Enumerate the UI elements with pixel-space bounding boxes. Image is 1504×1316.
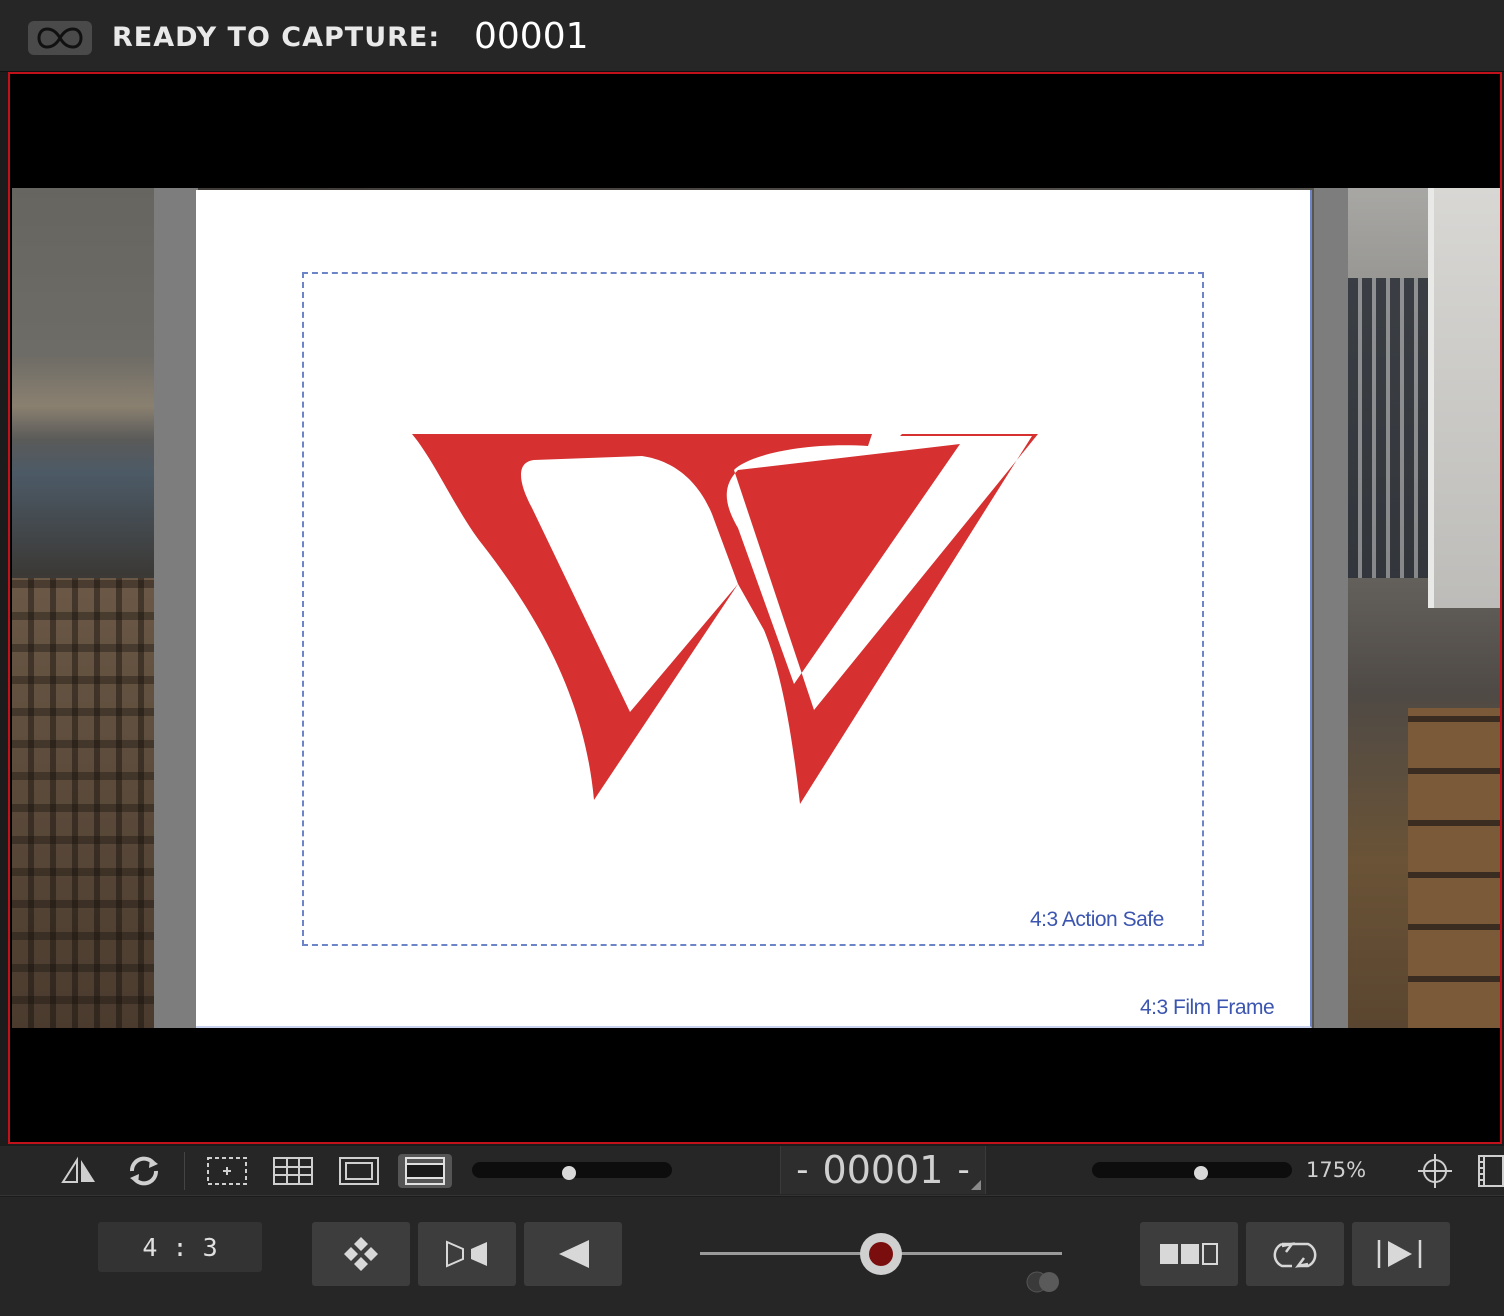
- frame-prev-button[interactable]: -: [796, 1150, 808, 1190]
- zoom-label: 175%: [1306, 1158, 1367, 1182]
- grid-button[interactable]: [270, 1154, 316, 1188]
- toggle-icon[interactable]: [1026, 1271, 1062, 1293]
- registration-card: 4:3 Action Safe 4:3 Film Frame: [196, 190, 1312, 1028]
- diamond-button[interactable]: [312, 1222, 410, 1286]
- film-frame-label: 4:3 Film Frame: [1140, 996, 1275, 1019]
- corner-resize-icon: [971, 1180, 981, 1190]
- feed-gray-band-left: [154, 188, 198, 1028]
- flip-button[interactable]: [58, 1154, 100, 1188]
- center-guide-button[interactable]: [204, 1154, 250, 1188]
- skip-end-icon: [1377, 1240, 1422, 1268]
- feed-plaid-blanket: [12, 578, 162, 1028]
- play-back-icon: [559, 1240, 589, 1268]
- widescreen-button[interactable]: [398, 1154, 452, 1188]
- crosshair-button[interactable]: [1414, 1154, 1456, 1188]
- frame-navigator: - 00001 -: [780, 1146, 986, 1194]
- opacity-slider-knob[interactable]: [562, 1166, 576, 1180]
- feed-right-stripes: [1348, 278, 1438, 578]
- loop-icon: [1273, 1242, 1317, 1268]
- rotate-button[interactable]: [120, 1154, 168, 1188]
- top-bar: READY TO CAPTURE: 00001: [0, 0, 1504, 72]
- capture-button[interactable]: [860, 1233, 902, 1275]
- crosshair-icon: [1418, 1154, 1452, 1188]
- layout-button[interactable]: [1140, 1222, 1238, 1286]
- toolbar-divider: [184, 1152, 185, 1190]
- skip-end-button[interactable]: [1352, 1222, 1450, 1286]
- frame-nav-value[interactable]: 00001: [823, 1148, 944, 1192]
- infinity-icon: [37, 27, 83, 49]
- layout-icon: [1160, 1243, 1218, 1265]
- aspect-ratio-button[interactable]: 4 : 3: [98, 1222, 262, 1272]
- feed-gray-band-right: [1314, 188, 1348, 1028]
- loop-button[interactable]: [1246, 1222, 1344, 1286]
- action-safe-label: 4:3 Action Safe: [1030, 908, 1164, 931]
- capture-controls: 4 : 3: [0, 1197, 1504, 1316]
- feed-right-window: [1428, 188, 1500, 608]
- play-back-button[interactable]: [524, 1222, 622, 1286]
- opacity-slider[interactable]: [472, 1162, 672, 1180]
- rotate-icon: [129, 1156, 159, 1186]
- title-safe-button[interactable]: [336, 1154, 382, 1188]
- filmstrip-icon: [1478, 1155, 1504, 1187]
- zoom-slider[interactable]: [1092, 1162, 1292, 1180]
- widescreen-icon: [405, 1157, 445, 1185]
- zoom-slider-knob[interactable]: [1194, 1166, 1208, 1180]
- viewer-toolbar: - 00001 - 175%: [0, 1146, 1504, 1196]
- diamond-icon: [344, 1237, 378, 1271]
- frame-counter: 00001: [474, 16, 589, 57]
- feed-right-shelf: [1408, 708, 1500, 1028]
- frame-next-button[interactable]: -: [957, 1150, 969, 1190]
- red-w-logo-icon: [412, 434, 1038, 804]
- center-guide-icon: [207, 1157, 247, 1185]
- bowtie-button[interactable]: [418, 1222, 516, 1286]
- capture-viewer[interactable]: 4:3 Action Safe 4:3 Film Frame: [8, 72, 1502, 1144]
- record-dot: [869, 1242, 893, 1266]
- bowtie-icon: [446, 1240, 487, 1268]
- title-safe-icon: [339, 1157, 379, 1185]
- stop-motion-app: READY TO CAPTURE: 00001 4:3 Action Safe …: [0, 0, 1504, 1316]
- capture-status-label: READY TO CAPTURE:: [112, 22, 441, 53]
- grid-icon: [273, 1157, 313, 1185]
- feed-right-region: [1348, 188, 1500, 1028]
- filmstrip-button[interactable]: [1476, 1154, 1504, 1188]
- flip-icon: [61, 1156, 95, 1183]
- onion-skin-button[interactable]: [28, 21, 92, 55]
